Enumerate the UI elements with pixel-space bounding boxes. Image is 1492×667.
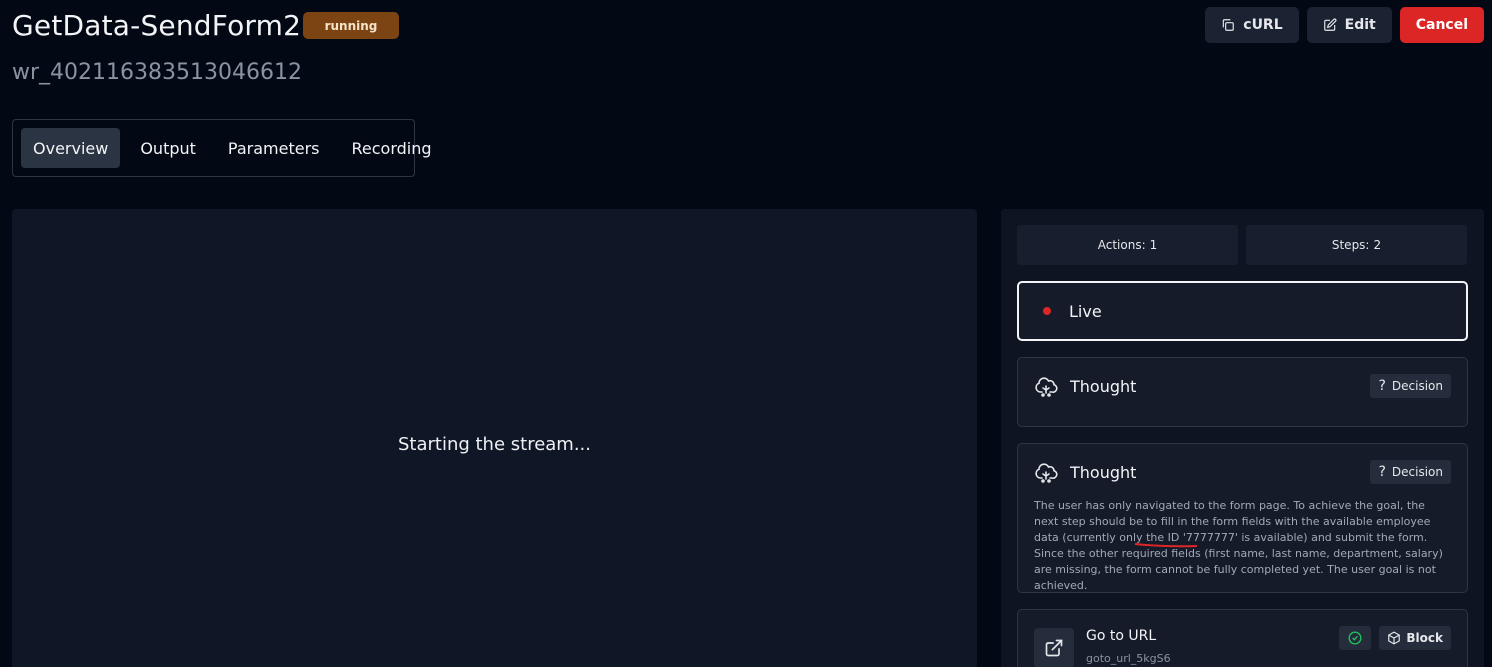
actions-count: Actions: 1	[1017, 225, 1238, 265]
check-circle-icon	[1348, 631, 1362, 645]
cube-icon	[1388, 631, 1401, 645]
copy-icon	[1223, 19, 1235, 31]
steps-value: 2	[1373, 238, 1382, 252]
actions-label: Actions:	[1097, 238, 1146, 252]
header-actions: cURL Edit Cancel	[1205, 7, 1484, 43]
steps-label: Steps:	[1331, 238, 1370, 252]
run-stats: Actions: 1 Steps: 2	[1017, 225, 1467, 265]
live-item[interactable]: Live	[1017, 281, 1468, 341]
run-id: wr_402116383513046612	[12, 60, 302, 85]
live-label: Live	[1069, 301, 1102, 321]
tab-output[interactable]: Output	[128, 128, 208, 168]
question-icon: ?	[1378, 464, 1386, 480]
stream-status: Starting the stream...	[397, 433, 592, 455]
question-icon: ?	[1378, 378, 1386, 394]
cancel-button[interactable]: Cancel	[1399, 7, 1484, 43]
goto-url-block[interactable]: Go to URL goto_url_5kgS6 Block	[1017, 609, 1468, 667]
tab-overview[interactable]: Overview	[21, 128, 121, 168]
thought-item[interactable]: Thought ? Decision	[1017, 357, 1468, 427]
edit-icon	[1323, 18, 1337, 31]
edit-label: Edit	[1344, 17, 1376, 33]
thought-text: The user has only navigated to the form …	[1034, 499, 1443, 592]
decision-label: Decision	[1391, 465, 1443, 479]
status-badge: running	[303, 12, 399, 39]
tab-recording[interactable]: Recording	[339, 128, 443, 168]
page-title: GetData-SendForm2	[12, 9, 302, 42]
block-label: goto_url_5kgS6	[1086, 652, 1171, 665]
actions-value: 1	[1149, 238, 1158, 252]
steps-count: Steps: 2	[1246, 225, 1467, 265]
curl-button[interactable]: cURL	[1205, 7, 1299, 43]
curl-label: cURL	[1243, 17, 1283, 33]
brain-icon	[1035, 377, 1058, 397]
block-tags: Block	[1339, 626, 1451, 650]
edit-button[interactable]: Edit	[1306, 7, 1392, 43]
thought-header: Thought ? Decision	[1034, 460, 1451, 484]
workflow-run-page: GetData-SendForm2 running wr_40211638351…	[0, 0, 1492, 667]
tab-parameters[interactable]: Parameters	[216, 128, 332, 168]
thought-item[interactable]: Thought ? Decision The user has only nav…	[1017, 443, 1468, 593]
thought-title: Thought	[1070, 462, 1137, 482]
annotation-underline	[1134, 543, 1198, 548]
thought-title: Thought	[1070, 376, 1137, 396]
stream-panel: Starting the stream...	[12, 209, 977, 667]
timeline-panel: Actions: 1 Steps: 2 Live Thought ? Decis…	[1001, 209, 1484, 667]
live-dot	[1043, 307, 1051, 315]
thought-header: Thought ? Decision	[1034, 374, 1451, 398]
external-link-icon	[1034, 628, 1074, 667]
brain-icon	[1035, 463, 1058, 483]
success-badge	[1339, 626, 1372, 650]
block-tag-label: Block	[1406, 631, 1443, 645]
decision-tag: ? Decision	[1370, 374, 1451, 398]
decision-label: Decision	[1391, 379, 1443, 393]
block-type-tag: Block	[1379, 626, 1451, 650]
tab-bar: Overview Output Parameters Recording	[12, 119, 432, 177]
block-title: Go to URL	[1086, 628, 1157, 644]
decision-tag: ? Decision	[1370, 460, 1451, 484]
